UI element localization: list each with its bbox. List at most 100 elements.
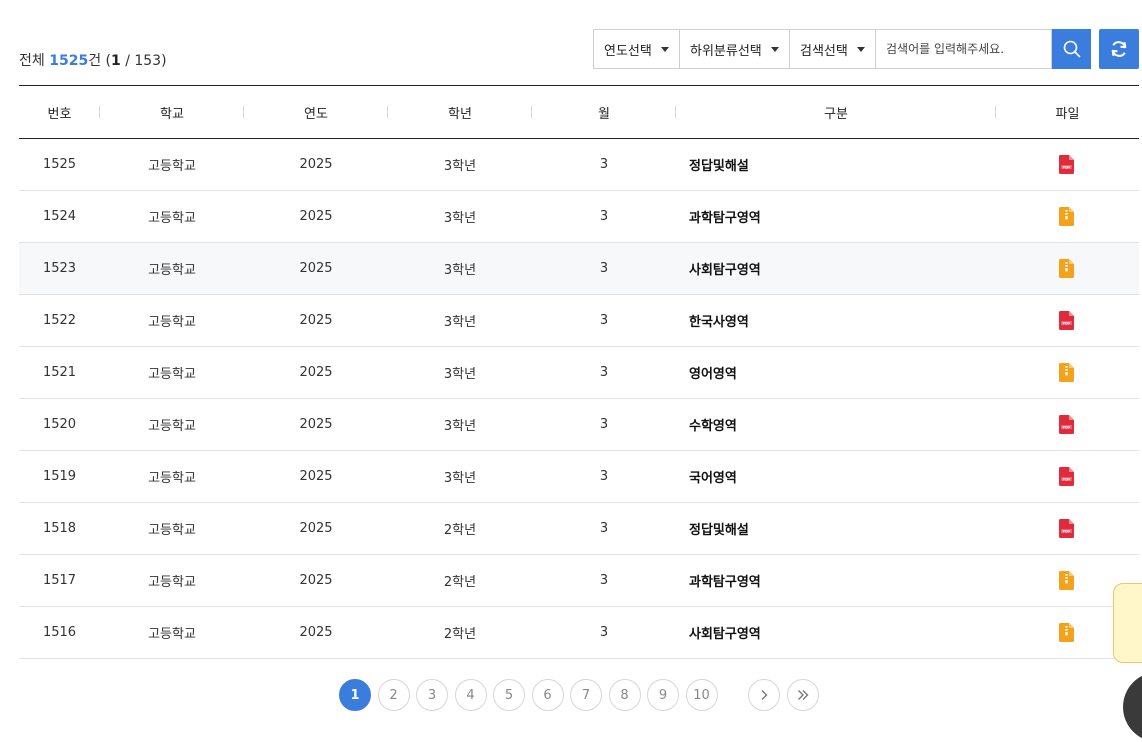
- zip-file-icon[interactable]: [1059, 207, 1074, 226]
- page-button-8[interactable]: 8: [608, 679, 641, 711]
- cell-year: 2025: [299, 261, 333, 276]
- cell-category[interactable]: 과학탐구영역: [676, 207, 996, 226]
- cell-category[interactable]: 사회탐구영역: [676, 259, 996, 278]
- header-school: 학교: [100, 103, 244, 122]
- current-page: 1: [111, 53, 121, 69]
- zip-file-icon[interactable]: [1059, 623, 1074, 642]
- cell-number: 1518: [42, 521, 77, 536]
- header-year: 연도: [244, 103, 388, 122]
- header-file: 파일: [1055, 106, 1080, 122]
- cell-year: 2025: [299, 157, 333, 172]
- cell-category[interactable]: 수학영역: [676, 415, 996, 434]
- zip-file-icon[interactable]: [1059, 571, 1074, 590]
- cell-grade: 2학년: [443, 627, 477, 642]
- cell-grade: 3학년: [443, 159, 477, 174]
- last-page-button[interactable]: [786, 679, 819, 711]
- cell-file: PDF: [996, 155, 1139, 174]
- cell-category[interactable]: 정답및해설: [676, 155, 996, 174]
- cell-category[interactable]: 과학탐구영역: [676, 571, 996, 590]
- table-row: 1518 고등학교 2025 2학년 3 정답및해설 PDF: [19, 503, 1139, 555]
- cell-category[interactable]: 국어영역: [676, 467, 996, 486]
- cell-grade: 3학년: [443, 315, 477, 330]
- search-type-select[interactable]: 검색선택: [789, 29, 875, 69]
- page-button-7[interactable]: 7: [570, 679, 602, 711]
- cell-school: 고등학교: [148, 211, 196, 226]
- floating-circle-button[interactable]: [1123, 672, 1142, 742]
- next-page-button[interactable]: [748, 679, 780, 711]
- table-row: 1517 고등학교 2025 2학년 3 과학탐구영역: [19, 555, 1139, 607]
- header-grade: 학년: [388, 103, 532, 122]
- cell-file: [996, 207, 1139, 226]
- cell-year: 2025: [299, 469, 333, 484]
- pdf-file-icon[interactable]: PDF: [1059, 467, 1074, 486]
- cell-category[interactable]: 한국사영역: [676, 311, 996, 330]
- header-number: 번호: [19, 103, 100, 122]
- cell-year: 2025: [299, 573, 333, 588]
- svg-text:PDF: PDF: [1062, 425, 1071, 429]
- pdf-file-icon[interactable]: PDF: [1059, 311, 1074, 330]
- cell-year: 2025: [299, 365, 333, 380]
- cell-school: 고등학교: [148, 263, 196, 278]
- table-row: 1523 고등학교 2025 3학년 3 사회탐구영역: [19, 243, 1139, 295]
- caret-down-icon: [661, 46, 669, 52]
- cell-number: 1521: [42, 365, 77, 380]
- page-button-5[interactable]: 5: [493, 679, 525, 711]
- caret-down-icon: [857, 46, 865, 52]
- cell-file: [996, 363, 1139, 382]
- cell-number: 1516: [42, 625, 77, 640]
- cell-grade: 3학년: [443, 419, 477, 434]
- cell-year: 2025: [299, 625, 333, 640]
- page-button-10[interactable]: 10: [685, 679, 718, 711]
- cell-month: 3: [599, 469, 609, 484]
- cell-category[interactable]: 사회탐구영역: [676, 623, 996, 642]
- count-unit: 건: [88, 53, 102, 69]
- svg-text:PDF: PDF: [1062, 165, 1071, 169]
- page-button-2[interactable]: 2: [377, 679, 410, 711]
- cell-grade: 2학년: [443, 575, 477, 590]
- cell-grade: 2학년: [443, 523, 477, 538]
- page-button-1[interactable]: 1: [339, 679, 371, 711]
- cell-file: PDF: [996, 311, 1139, 330]
- table-row: 1519 고등학교 2025 3학년 3 국어영역 PDF: [19, 451, 1139, 503]
- pdf-file-icon[interactable]: PDF: [1059, 519, 1074, 538]
- year-select[interactable]: 연도선택: [593, 29, 679, 69]
- list-summary: 전체 1525건 (1 / 153): [19, 50, 167, 70]
- page-button-4[interactable]: 4: [454, 679, 487, 711]
- cell-school: 고등학교: [148, 367, 196, 382]
- search-type-select-label: 검색선택: [800, 43, 848, 59]
- cell-file: PDF: [996, 467, 1139, 486]
- page-button-9[interactable]: 9: [647, 679, 679, 711]
- cell-month: 3: [599, 625, 609, 640]
- zip-file-icon[interactable]: [1059, 259, 1074, 278]
- total-pages: / 153): [120, 53, 167, 69]
- refresh-button[interactable]: [1099, 29, 1139, 69]
- search-button[interactable]: [1052, 29, 1091, 69]
- cell-number: 1517: [42, 573, 77, 588]
- cell-month: 3: [599, 157, 609, 172]
- page-button-3[interactable]: 3: [416, 679, 448, 711]
- page-button-6[interactable]: 6: [531, 679, 564, 711]
- subcategory-select[interactable]: 하위분류선택: [679, 29, 789, 69]
- search-input[interactable]: [875, 29, 1052, 69]
- pdf-file-icon[interactable]: PDF: [1059, 155, 1074, 174]
- cell-month: 3: [599, 313, 609, 328]
- cell-category[interactable]: 영어영역: [676, 363, 996, 382]
- cell-school: 고등학교: [148, 627, 196, 642]
- caret-down-icon: [771, 46, 779, 52]
- pdf-file-icon[interactable]: PDF: [1059, 415, 1074, 434]
- refresh-icon: [1111, 41, 1127, 57]
- year-select-label: 연도선택: [604, 43, 652, 59]
- cell-school: 고등학교: [148, 575, 196, 590]
- zip-file-icon[interactable]: [1059, 363, 1074, 382]
- cell-category[interactable]: 정답및해설: [676, 519, 996, 538]
- search-icon: [1063, 40, 1080, 58]
- cell-school: 고등학교: [148, 419, 196, 434]
- table-header: 번호 학교 연도 학년 월 구분 파일: [19, 86, 1139, 139]
- cell-file: PDF: [996, 519, 1139, 538]
- cell-year: 2025: [299, 209, 333, 224]
- floating-banner[interactable]: [1113, 583, 1142, 663]
- header-category: 구분: [676, 103, 996, 122]
- cell-grade: 3학년: [443, 471, 477, 486]
- svg-text:PDF: PDF: [1062, 321, 1071, 325]
- cell-grade: 3학년: [443, 367, 477, 382]
